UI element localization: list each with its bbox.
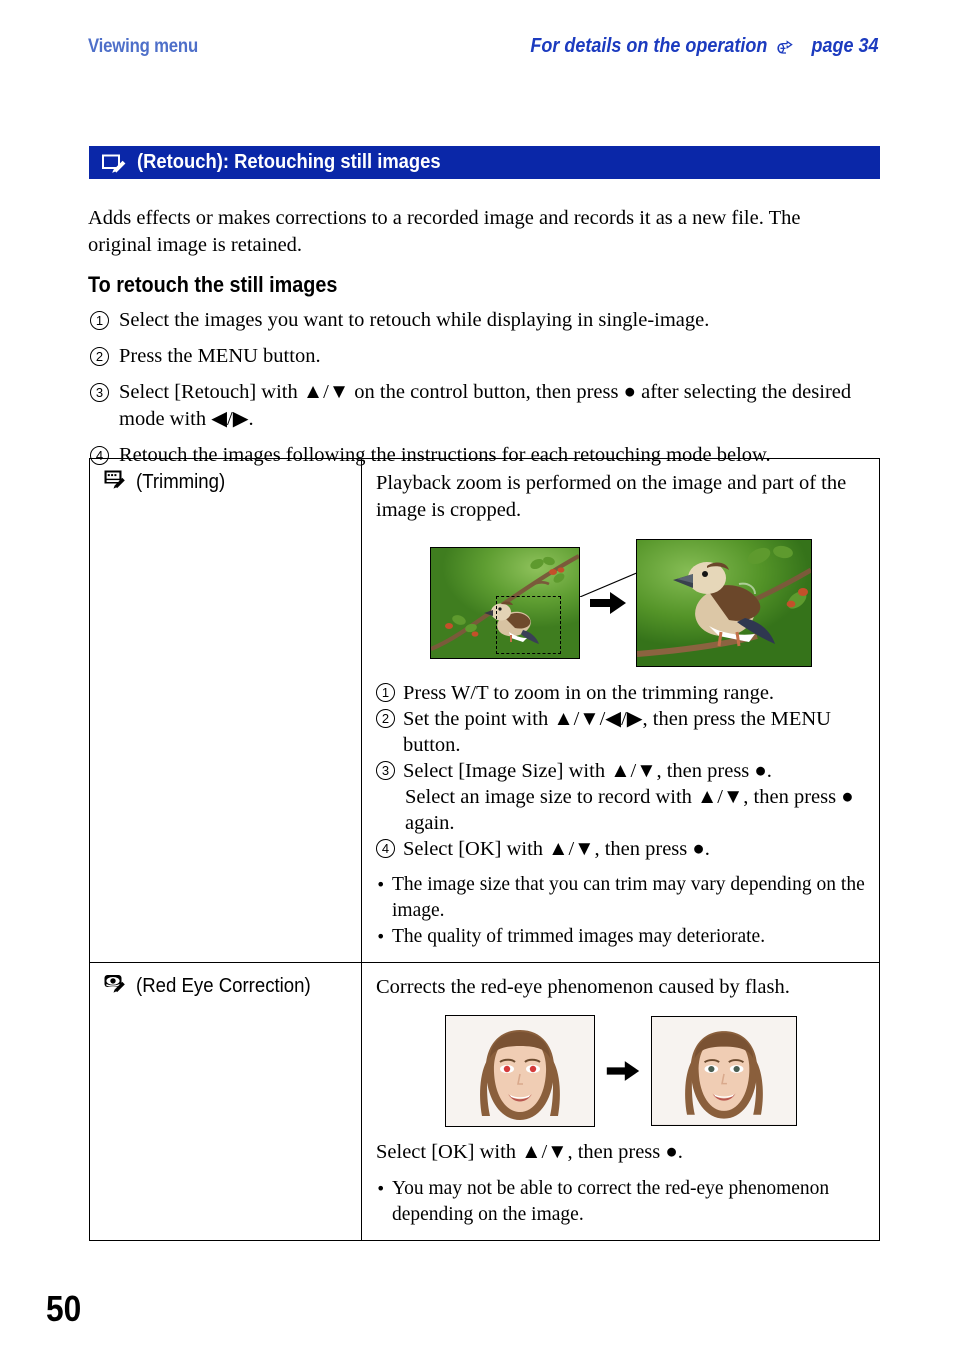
mode-name: (Red Eye Correction) <box>104 974 361 999</box>
step-item: 2 Press the MENU button. <box>90 343 880 370</box>
substep-text: Select [Image Size] with ▲/▼, then press… <box>403 760 772 782</box>
note-text: The quality of trimmed images may deteri… <box>392 926 766 947</box>
step-item: 1 Select the images you want to retouch … <box>90 307 880 334</box>
mode-description-cell: Playback zoom is performed on the image … <box>361 459 879 963</box>
mode-name: (Trimming) <box>104 470 361 495</box>
step-number: 3 <box>90 383 109 402</box>
substep-item: 2 Set the point with ▲/▼/◀/▶, then press… <box>376 706 865 758</box>
transform-arrow <box>580 588 636 618</box>
trimming-notes: • The image size that you can trim may v… <box>376 872 865 950</box>
bullet-icon: • <box>376 1179 386 1198</box>
running-head-right: For details on the operation page 34 <box>504 35 878 58</box>
trimming-figure <box>376 539 865 667</box>
substep-text: Select [OK] with ▲/▼, then press ●. <box>403 838 710 860</box>
red-eye-figure <box>376 1015 865 1127</box>
note-item: • The image size that you can trim may v… <box>376 872 865 924</box>
table-row: (Red Eye Correction) Corrects the red-ey… <box>90 962 879 1240</box>
substep-item: 1 Press W/T to zoom in on the trimming r… <box>376 680 865 706</box>
table-row: (Trimming) Playback zoom is performed on… <box>90 459 879 963</box>
mode-description: Corrects the red-eye phenomenon caused b… <box>376 976 790 998</box>
right-arrow-icon <box>589 592 626 614</box>
pointing-hand-icon <box>775 39 797 57</box>
bird-on-branch-zoomed-photo <box>635 539 812 667</box>
red-eye-correction-icon <box>104 974 127 999</box>
transform-arrow <box>595 1057 651 1085</box>
running-head: Viewing menu For details on the operatio… <box>88 35 878 66</box>
substep-continuation: Select an image size to record with ▲/▼,… <box>405 786 854 834</box>
section-banner: (Retouch): Retouching still images <box>89 146 880 179</box>
step-number: 1 <box>90 311 109 330</box>
step-item: 3 Select [Retouch] with ▲/▼ on the contr… <box>90 379 880 433</box>
note-text: The image size that you can trim may var… <box>392 874 865 921</box>
mode-name-cell: (Red Eye Correction) <box>90 962 362 1240</box>
note-text: You may not be able to correct the red-e… <box>392 1178 830 1225</box>
running-head-left-title: Viewing menu <box>88 36 198 57</box>
page-number: 50 <box>46 1288 82 1329</box>
trimming-substeps: 1 Press W/T to zoom in on the trimming r… <box>376 680 865 862</box>
trimming-icon <box>104 470 127 495</box>
section-title: (Retouch): Retouching still images <box>137 151 441 173</box>
substep-number: 1 <box>376 683 395 702</box>
mode-label: (Trimming) <box>136 471 226 493</box>
step-text: Select the images you want to retouch wh… <box>119 309 710 331</box>
step-text: Press the MENU button. <box>119 345 321 367</box>
step-text: Select [Retouch] with ▲/▼ on the control… <box>119 381 852 430</box>
retouch-icon <box>102 153 128 173</box>
substep-number: 4 <box>376 839 395 858</box>
retouch-modes-table: (Trimming) Playback zoom is performed on… <box>89 458 880 1241</box>
portrait-with-red-eyes-photo <box>444 1015 595 1127</box>
mode-name-cell: (Trimming) <box>90 459 362 963</box>
substep-item: 4 Select [OK] with ▲/▼, then press ●. <box>376 836 865 862</box>
bullet-icon: • <box>376 927 386 946</box>
right-arrow-icon <box>606 1061 639 1081</box>
note-item: • You may not be able to correct the red… <box>376 1176 865 1228</box>
running-head-page-ref: page 34 <box>810 35 878 57</box>
intro-paragraph: Adds effects or makes corrections to a r… <box>88 207 801 256</box>
procedure-steps: 1 Select the images you want to retouch … <box>90 307 880 478</box>
substep-number: 2 <box>376 709 395 728</box>
substep-text: Press W/T to zoom in on the trimming ran… <box>403 682 775 704</box>
step-number: 2 <box>90 347 109 366</box>
dashed-crop-selection <box>495 596 561 654</box>
substep-text: Set the point with ▲/▼/◀/▶, then press t… <box>403 708 831 756</box>
portrait-with-corrected-eyes-photo <box>650 1016 797 1126</box>
note-item: • The quality of trimmed images may dete… <box>376 924 865 950</box>
bullet-icon: • <box>376 875 386 894</box>
running-head-right-title: For details on the operation <box>530 35 768 57</box>
mode-description-cell: Corrects the red-eye phenomenon caused b… <box>361 962 879 1240</box>
substep-number: 3 <box>376 761 395 780</box>
mode-label: (Red Eye Correction) <box>136 975 311 997</box>
mode-description: Playback zoom is performed on the image … <box>376 472 847 521</box>
subsection-heading: To retouch the still images <box>88 272 338 297</box>
red-eye-ok-instruction: Select [OK] with ▲/▼, then press ●. <box>376 1141 683 1163</box>
red-eye-notes: • You may not be able to correct the red… <box>376 1176 865 1228</box>
substep-item: 3 Select [Image Size] with ▲/▼, then pre… <box>376 758 865 784</box>
bird-on-branch-wide-photo <box>429 547 580 659</box>
document-page: Viewing menu For details on the operatio… <box>0 0 954 1357</box>
